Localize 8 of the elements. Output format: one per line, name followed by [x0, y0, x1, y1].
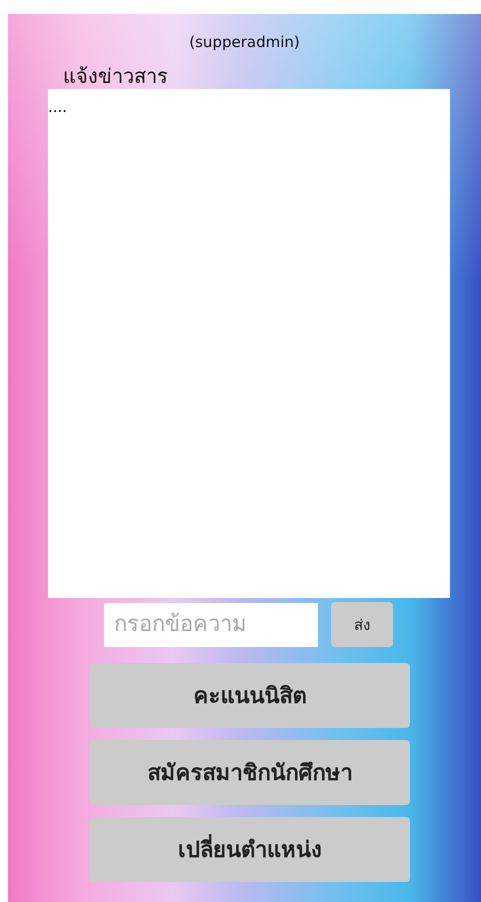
menu-button[interactable]: เปลี่ยนตำแหน่ง: [90, 817, 410, 882]
user-name: (supperadmin): [189, 33, 300, 51]
send-button[interactable]: ส่ง: [331, 602, 393, 647]
news-content: ....: [48, 89, 450, 598]
menu-button[interactable]: คะแนนนิสิต: [90, 663, 410, 728]
message-field[interactable]: กรอกข้อความ: [104, 602, 318, 646]
menu-button[interactable]: สมัครสมาชิกนักศึกษา: [90, 740, 410, 805]
news-title: แจ้งข่าวสาร: [63, 63, 168, 89]
